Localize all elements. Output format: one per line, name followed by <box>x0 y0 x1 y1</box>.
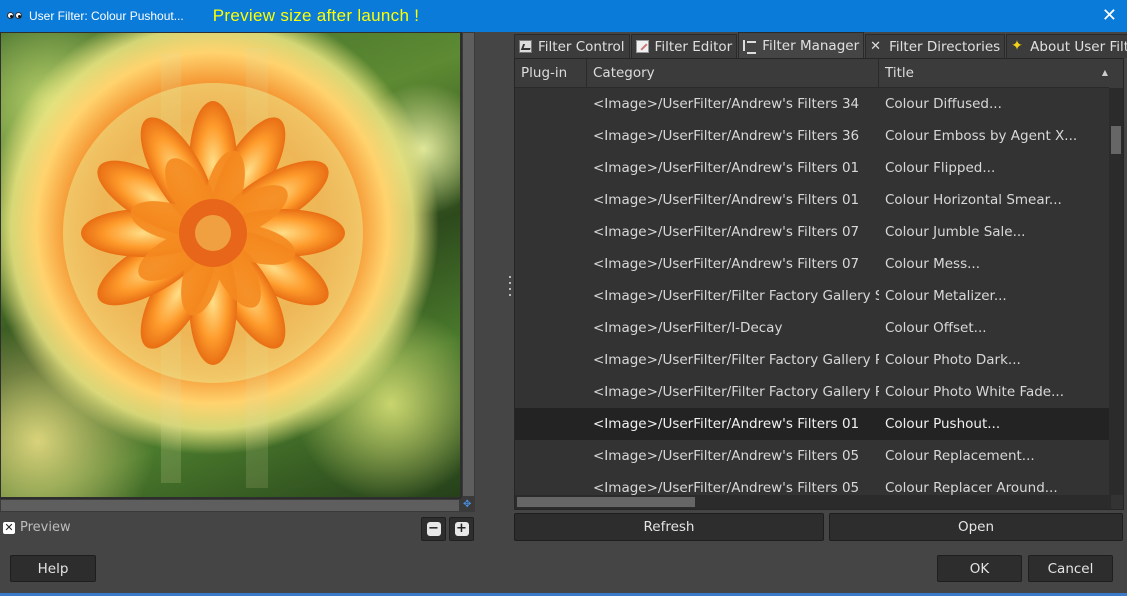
cell-title: Colour Pushout... <box>885 416 1001 432</box>
sort-ascending-icon: ▲ <box>1101 68 1108 77</box>
zoom-out-icon: − <box>426 521 441 536</box>
preview-checkbox[interactable]: ✕ <box>3 522 15 534</box>
table-vertical-scrollbar[interactable] <box>1109 59 1123 495</box>
open-button[interactable]: Open <box>829 513 1123 541</box>
cancel-button[interactable]: Cancel <box>1028 555 1113 582</box>
preview-vertical-scrollbar[interactable] <box>461 32 475 498</box>
cell-category: <Image>/UserFilter/Andrew's Filters 01 <box>593 416 860 432</box>
help-button[interactable]: Help <box>10 555 96 582</box>
tab-label: Filter Control <box>538 38 625 55</box>
tab-label: Filter Manager <box>762 37 860 54</box>
cell-category: <Image>/UserFilter/Filter Factory Galler… <box>593 352 879 368</box>
cell-title: Colour Replacer Around... <box>885 480 1058 496</box>
cell-category: <Image>/UserFilter/Filter Factory Galler… <box>593 288 879 304</box>
filter-manager-icon <box>743 39 757 54</box>
cell-category: <Image>/UserFilter/Andrew's Filters 34 <box>593 96 860 112</box>
pane-splitter-handle[interactable] <box>509 276 513 296</box>
cell-title: Colour Emboss by Agent X... <box>885 128 1078 144</box>
preview-image[interactable] <box>0 32 461 498</box>
table-row[interactable]: <Image>/UserFilter/I-Decay Colour Offset.… <box>515 312 1110 344</box>
ok-button[interactable]: OK <box>937 555 1022 582</box>
cell-title: Colour Horizontal Smear... <box>885 192 1062 208</box>
zoom-in-button[interactable]: + <box>449 517 474 541</box>
table-row[interactable]: <Image>/UserFilter/Filter Factory Galler… <box>515 344 1110 376</box>
cell-category: <Image>/UserFilter/Filter Factory Galler… <box>593 384 879 400</box>
tab-label: Filter Editor <box>654 38 733 55</box>
table-row[interactable]: <Image>/UserFilter/Andrew's Filters 34 Co… <box>515 88 1110 120</box>
preview-label: Preview <box>20 520 71 535</box>
table-row[interactable]: <Image>/UserFilter/Filter Factory Galler… <box>515 376 1110 408</box>
table-row[interactable]: <Image>/UserFilter/Andrew's Filters 07 Co… <box>515 216 1110 248</box>
dahlia-preview-art <box>63 48 363 488</box>
window-title: User Filter: Colour Pushout... <box>29 9 184 23</box>
column-header-category[interactable]: Category <box>587 59 879 88</box>
table-body: <Image>/UserFilter/Andrew's Filters 34 Co… <box>515 88 1110 504</box>
table-row[interactable]: <Image>/UserFilter/Andrew's Filters 05 Co… <box>515 440 1110 472</box>
filter-directories-icon: ✕ <box>870 39 882 54</box>
tab-label: About User Filter <box>1030 38 1127 55</box>
tab-filter-control[interactable]: Filter Control <box>514 34 630 58</box>
cell-title: Colour Replacement... <box>885 448 1035 464</box>
cell-category: <Image>/UserFilter/Andrew's Filters 01 <box>593 192 860 208</box>
cell-title: Colour Metalizer... <box>885 288 1007 304</box>
tab-bar: Filter Control Filter Editor Filter Mana… <box>514 32 1127 58</box>
cell-category: <Image>/UserFilter/Andrew's Filters 07 <box>593 256 860 272</box>
table-row[interactable]: <Image>/UserFilter/Andrew's Filters 01 Co… <box>515 408 1110 440</box>
preview-horizontal-scrollbar[interactable] <box>0 498 461 512</box>
tab-label: Filter Directories <box>889 38 1001 55</box>
cell-category: <Image>/UserFilter/Andrew's Filters 05 <box>593 480 860 496</box>
table-horizontal-scrollbar[interactable] <box>515 495 1111 509</box>
filter-control-icon <box>519 40 532 53</box>
zoom-out-button[interactable]: − <box>421 517 446 541</box>
table-row[interactable]: <Image>/UserFilter/Filter Factory Galler… <box>515 280 1110 312</box>
table-row[interactable]: <Image>/UserFilter/Andrew's Filters 01 Co… <box>515 184 1110 216</box>
cell-title: Colour Diffused... <box>885 96 1002 112</box>
cell-title: Colour Jumble Sale... <box>885 224 1026 240</box>
cell-category: <Image>/UserFilter/Andrew's Filters 07 <box>593 224 860 240</box>
gimp-app-icon <box>7 10 23 22</box>
cell-title: Colour Mess... <box>885 256 980 272</box>
zoom-in-icon: + <box>454 521 469 536</box>
refresh-button[interactable]: Refresh <box>514 513 824 541</box>
tab-filter-editor[interactable]: Filter Editor <box>630 34 738 58</box>
title-bar: User Filter: Colour Pushout... Preview s… <box>0 0 1127 32</box>
cell-title: Colour Photo Dark... <box>885 352 1021 368</box>
table-row[interactable]: <Image>/UserFilter/Andrew's Filters 01 Co… <box>515 152 1110 184</box>
column-header-title[interactable]: Title ▲ <box>879 59 1110 88</box>
table-header: Plug-in Category Title ▲ <box>515 59 1110 88</box>
column-header-plugin[interactable]: Plug-in <box>515 59 587 88</box>
filter-editor-icon <box>635 40 649 53</box>
cell-category: <Image>/UserFilter/Andrew's Filters 36 <box>593 128 860 144</box>
filter-table: Plug-in Category Title ▲ <Image>/UserFil… <box>514 58 1124 510</box>
cell-title: Colour Offset... <box>885 320 987 336</box>
cell-category: <Image>/UserFilter/I-Decay <box>593 320 783 336</box>
tab-filter-directories[interactable]: ✕ Filter Directories <box>865 34 1006 58</box>
cell-title: Colour Photo White Fade... <box>885 384 1064 400</box>
cell-title: Colour Flipped... <box>885 160 996 176</box>
table-row[interactable]: <Image>/UserFilter/Andrew's Filters 07 Co… <box>515 248 1110 280</box>
table-row[interactable]: <Image>/UserFilter/Andrew's Filters 36 Co… <box>515 120 1110 152</box>
preview-size-banner: Preview size after launch ! <box>212 6 420 25</box>
cell-category: <Image>/UserFilter/Andrew's Filters 05 <box>593 448 860 464</box>
about-star-icon: ✦ <box>1011 38 1023 54</box>
column-header-title-label: Title <box>885 65 914 81</box>
navigate-corner-icon[interactable]: ✥ <box>461 498 475 512</box>
close-window-button[interactable]: ✕ <box>1102 6 1117 26</box>
cell-category: <Image>/UserFilter/Andrew's Filters 01 <box>593 160 860 176</box>
tab-filter-manager[interactable]: Filter Manager <box>738 32 865 58</box>
tab-about-user-filter[interactable]: ✦ About User Filter <box>1006 34 1127 58</box>
